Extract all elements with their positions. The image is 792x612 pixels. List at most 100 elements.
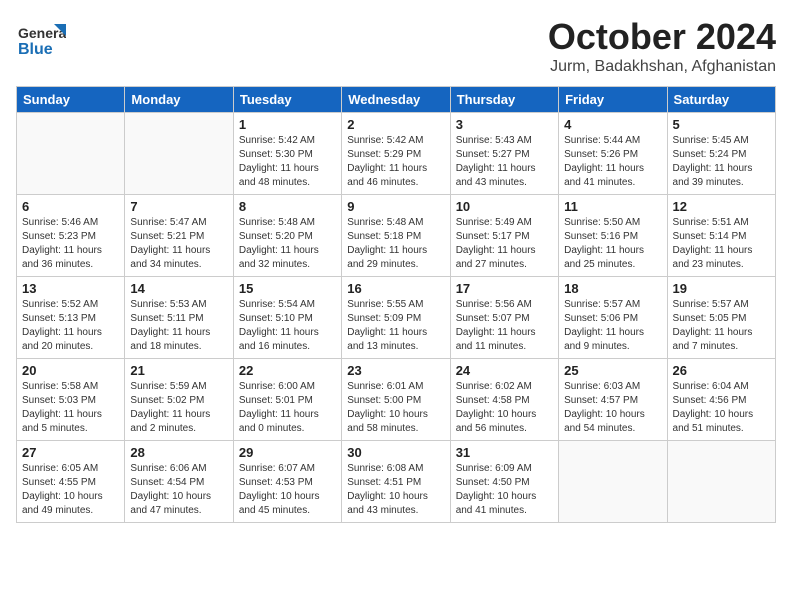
table-row: 10Sunrise: 5:49 AM Sunset: 5:17 PM Dayli… [450, 195, 558, 277]
day-detail: Sunrise: 5:52 AM Sunset: 5:13 PM Dayligh… [22, 298, 119, 354]
day-number: 31 [456, 445, 553, 460]
day-detail: Sunrise: 5:56 AM Sunset: 5:07 PM Dayligh… [456, 298, 553, 354]
calendar-table: Sunday Monday Tuesday Wednesday Thursday… [16, 86, 776, 523]
day-number: 13 [22, 281, 119, 296]
month-title: October 2024 [548, 16, 776, 58]
table-row: 3 Sunrise: 5:43 AM Sunset: 5:27 PM Daylig… [450, 113, 558, 195]
table-row [17, 113, 125, 195]
day-detail: Sunrise: 5:59 AM Sunset: 5:02 PM Dayligh… [130, 380, 227, 436]
calendar-header-row: Sunday Monday Tuesday Wednesday Thursday… [17, 87, 776, 113]
day-number: 5 [673, 117, 770, 132]
day-detail: Sunrise: 6:03 AM Sunset: 4:57 PM Dayligh… [564, 380, 661, 436]
day-detail: Sunrise: 5:48 AM Sunset: 5:18 PM Dayligh… [347, 216, 444, 272]
day-number: 10 [456, 199, 553, 214]
table-row: 26 Sunrise: 6:04 AM Sunset: 4:56 PM Dayli… [667, 359, 775, 441]
col-friday: Friday [559, 87, 667, 113]
day-number: 9 [347, 199, 444, 214]
day-number: 22 [239, 363, 336, 378]
title-block: October 2024 Jurm, Badakhshan, Afghanist… [548, 16, 776, 76]
table-row: 13 Sunrise: 5:52 AM Sunset: 5:13 PM Dayli… [17, 277, 125, 359]
table-row: 15 Sunrise: 5:54 AM Sunset: 5:10 PM Dayli… [233, 277, 341, 359]
calendar-week-row: 20 Sunrise: 5:58 AM Sunset: 5:03 PM Dayli… [17, 359, 776, 441]
day-number: 18 [564, 281, 661, 296]
day-detail: Sunrise: 5:47 AM Sunset: 5:21 PM Dayligh… [130, 216, 227, 272]
table-row: 30 Sunrise: 6:08 AM Sunset: 4:51 PM Dayli… [342, 441, 450, 523]
day-detail: Sunrise: 6:07 AM Sunset: 4:53 PM Dayligh… [239, 462, 336, 518]
col-thursday: Thursday [450, 87, 558, 113]
day-detail: Sunrise: 6:00 AM Sunset: 5:01 PM Dayligh… [239, 380, 336, 436]
col-monday: Monday [125, 87, 233, 113]
day-number: 26 [673, 363, 770, 378]
table-row [125, 113, 233, 195]
table-row: 1Sunrise: 5:42 AM Sunset: 5:30 PM Daylig… [233, 113, 341, 195]
day-number: 2 [347, 117, 444, 132]
day-detail: Sunrise: 5:54 AM Sunset: 5:10 PM Dayligh… [239, 298, 336, 354]
col-tuesday: Tuesday [233, 87, 341, 113]
table-row: 4 Sunrise: 5:44 AM Sunset: 5:26 PM Daylig… [559, 113, 667, 195]
day-number: 23 [347, 363, 444, 378]
day-detail: Sunrise: 5:45 AM Sunset: 5:24 PM Dayligh… [673, 134, 770, 190]
day-number: 25 [564, 363, 661, 378]
table-row: 19Sunrise: 5:57 AM Sunset: 5:05 PM Dayli… [667, 277, 775, 359]
day-detail: Sunrise: 5:55 AM Sunset: 5:09 PM Dayligh… [347, 298, 444, 354]
col-wednesday: Wednesday [342, 87, 450, 113]
day-number: 15 [239, 281, 336, 296]
day-number: 24 [456, 363, 553, 378]
calendar-week-row: 13 Sunrise: 5:52 AM Sunset: 5:13 PM Dayli… [17, 277, 776, 359]
logo: General Blue [16, 16, 66, 66]
day-detail: Sunrise: 5:44 AM Sunset: 5:26 PM Dayligh… [564, 134, 661, 190]
day-number: 27 [22, 445, 119, 460]
table-row: 28 Sunrise: 6:06 AM Sunset: 4:54 PM Dayli… [125, 441, 233, 523]
calendar-week-row: 6 Sunrise: 5:46 AM Sunset: 5:23 PM Daylig… [17, 195, 776, 277]
table-row: 7 Sunrise: 5:47 AM Sunset: 5:21 PM Daylig… [125, 195, 233, 277]
table-row: 14 Sunrise: 5:53 AM Sunset: 5:11 PM Dayli… [125, 277, 233, 359]
day-number: 6 [22, 199, 119, 214]
day-number: 28 [130, 445, 227, 460]
table-row: 6 Sunrise: 5:46 AM Sunset: 5:23 PM Daylig… [17, 195, 125, 277]
day-detail: Sunrise: 5:42 AM Sunset: 5:29 PM Dayligh… [347, 134, 444, 190]
day-detail: Sunrise: 6:08 AM Sunset: 4:51 PM Dayligh… [347, 462, 444, 518]
day-detail: Sunrise: 5:50 AM Sunset: 5:16 PM Dayligh… [564, 216, 661, 272]
day-number: 4 [564, 117, 661, 132]
day-number: 8 [239, 199, 336, 214]
day-number: 14 [130, 281, 227, 296]
day-detail: Sunrise: 5:57 AM Sunset: 5:06 PM Dayligh… [564, 298, 661, 354]
table-row: 21 Sunrise: 5:59 AM Sunset: 5:02 PM Dayli… [125, 359, 233, 441]
col-saturday: Saturday [667, 87, 775, 113]
day-number: 29 [239, 445, 336, 460]
calendar-week-row: 27Sunrise: 6:05 AM Sunset: 4:55 PM Dayli… [17, 441, 776, 523]
table-row: 8Sunrise: 5:48 AM Sunset: 5:20 PM Daylig… [233, 195, 341, 277]
day-number: 20 [22, 363, 119, 378]
day-number: 7 [130, 199, 227, 214]
day-number: 30 [347, 445, 444, 460]
table-row: 20 Sunrise: 5:58 AM Sunset: 5:03 PM Dayli… [17, 359, 125, 441]
location: Jurm, Badakhshan, Afghanistan [548, 58, 776, 76]
day-detail: Sunrise: 5:46 AM Sunset: 5:23 PM Dayligh… [22, 216, 119, 272]
day-detail: Sunrise: 6:04 AM Sunset: 4:56 PM Dayligh… [673, 380, 770, 436]
table-row [559, 441, 667, 523]
calendar-week-row: 1Sunrise: 5:42 AM Sunset: 5:30 PM Daylig… [17, 113, 776, 195]
table-row: 12Sunrise: 5:51 AM Sunset: 5:14 PM Dayli… [667, 195, 775, 277]
table-row: 31 Sunrise: 6:09 AM Sunset: 4:50 PM Dayli… [450, 441, 558, 523]
table-row: 25 Sunrise: 6:03 AM Sunset: 4:57 PM Dayli… [559, 359, 667, 441]
table-row: 17 Sunrise: 5:56 AM Sunset: 5:07 PM Dayli… [450, 277, 558, 359]
table-row: 22 Sunrise: 6:00 AM Sunset: 5:01 PM Dayli… [233, 359, 341, 441]
table-row: 5 Sunrise: 5:45 AM Sunset: 5:24 PM Daylig… [667, 113, 775, 195]
day-number: 12 [673, 199, 770, 214]
table-row: 11Sunrise: 5:50 AM Sunset: 5:16 PM Dayli… [559, 195, 667, 277]
day-number: 21 [130, 363, 227, 378]
day-number: 3 [456, 117, 553, 132]
day-detail: Sunrise: 5:42 AM Sunset: 5:30 PM Dayligh… [239, 134, 336, 190]
page-header: General Blue October 2024 Jurm, Badakhsh… [16, 16, 776, 76]
table-row: 18 Sunrise: 5:57 AM Sunset: 5:06 PM Dayli… [559, 277, 667, 359]
table-row: 9 Sunrise: 5:48 AM Sunset: 5:18 PM Daylig… [342, 195, 450, 277]
day-detail: Sunrise: 5:43 AM Sunset: 5:27 PM Dayligh… [456, 134, 553, 190]
day-detail: Sunrise: 5:53 AM Sunset: 5:11 PM Dayligh… [130, 298, 227, 354]
day-number: 19 [673, 281, 770, 296]
day-number: 17 [456, 281, 553, 296]
table-row [667, 441, 775, 523]
day-detail: Sunrise: 6:09 AM Sunset: 4:50 PM Dayligh… [456, 462, 553, 518]
day-detail: Sunrise: 5:58 AM Sunset: 5:03 PM Dayligh… [22, 380, 119, 436]
day-detail: Sunrise: 6:06 AM Sunset: 4:54 PM Dayligh… [130, 462, 227, 518]
table-row: 2 Sunrise: 5:42 AM Sunset: 5:29 PM Daylig… [342, 113, 450, 195]
